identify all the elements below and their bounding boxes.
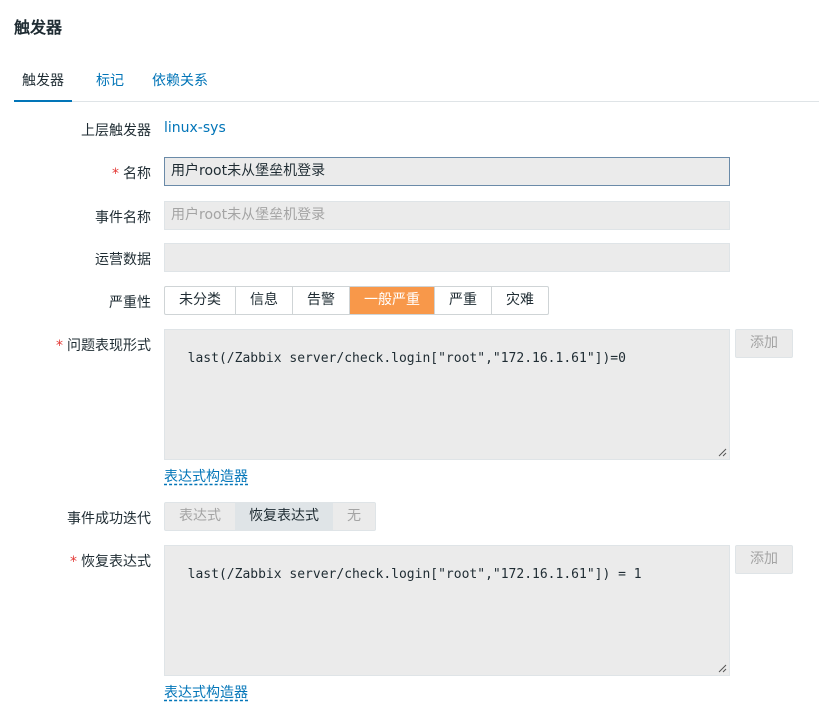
severity-warning[interactable]: 告警 [293, 287, 350, 314]
tab-tags[interactable]: 标记 [96, 70, 124, 102]
severity-disaster[interactable]: 灾难 [492, 287, 548, 314]
problem-expression-textarea[interactable]: last(/Zabbix server/check.login["root","… [164, 329, 730, 460]
required-mark: * [70, 554, 77, 570]
severity-label: 严重性 [109, 295, 151, 311]
ok-event-recovery-expression[interactable]: 恢复表达式 [235, 503, 333, 530]
ok-event-none[interactable]: 无 [333, 503, 375, 530]
parent-trigger-label: 上层触发器 [81, 123, 151, 139]
opdata-field[interactable] [164, 243, 730, 272]
name-label-row: * 名称 [0, 163, 151, 183]
event-name-label: 事件名称 [95, 210, 151, 226]
opdata-label: 运营数据 [95, 252, 151, 268]
event-name-field[interactable]: 用户root未从堡垒机登录 [164, 201, 730, 230]
recovery-expression-label-row: * 恢复表达式 [0, 551, 151, 571]
recovery-expression-label: 恢复表达式 [81, 554, 151, 570]
problem-expression-label: 问题表现形式 [67, 338, 151, 354]
severity-information[interactable]: 信息 [236, 287, 293, 314]
name-field[interactable]: 用户root未从堡垒机登录 [164, 157, 730, 186]
tab-dependencies[interactable]: 依赖关系 [152, 70, 208, 102]
severity-high[interactable]: 严重 [435, 287, 492, 314]
severity-average[interactable]: 一般严重 [350, 287, 435, 314]
problem-expression-label-row: * 问题表现形式 [0, 335, 151, 355]
recovery-expression-add-button[interactable]: 添加 [735, 545, 793, 574]
resize-grip-icon[interactable] [718, 664, 727, 673]
recovery-expression-textarea[interactable]: last(/Zabbix server/check.login["root","… [164, 545, 730, 676]
recovery-expression-builder-link[interactable]: 表达式构造器 [164, 682, 248, 702]
problem-expression-builder-link[interactable]: 表达式构造器 [164, 466, 248, 486]
recovery-expression-text: last(/Zabbix server/check.login["root","… [187, 567, 642, 582]
page-title: 触发器 [14, 18, 63, 37]
tab-bar: 触发器 标记 依赖关系 [14, 70, 819, 102]
ok-event-generation-label: 事件成功迭代 [67, 511, 151, 527]
parent-trigger-link[interactable]: linux-sys [164, 120, 226, 136]
required-mark: * [56, 338, 63, 354]
problem-expression-add-button[interactable]: 添加 [735, 329, 793, 358]
required-mark: * [112, 166, 119, 182]
resize-grip-icon[interactable] [718, 448, 727, 457]
problem-expression-text: last(/Zabbix server/check.login["root","… [187, 351, 626, 366]
tab-trigger[interactable]: 触发器 [14, 70, 72, 102]
ok-event-expression[interactable]: 表达式 [165, 503, 235, 530]
severity-not-classified[interactable]: 未分类 [165, 287, 236, 314]
ok-event-generation-selector: 表达式 恢复表达式 无 [164, 502, 376, 531]
severity-selector: 未分类 信息 告警 一般严重 严重 灾难 [164, 286, 549, 315]
name-label: 名称 [123, 166, 151, 182]
